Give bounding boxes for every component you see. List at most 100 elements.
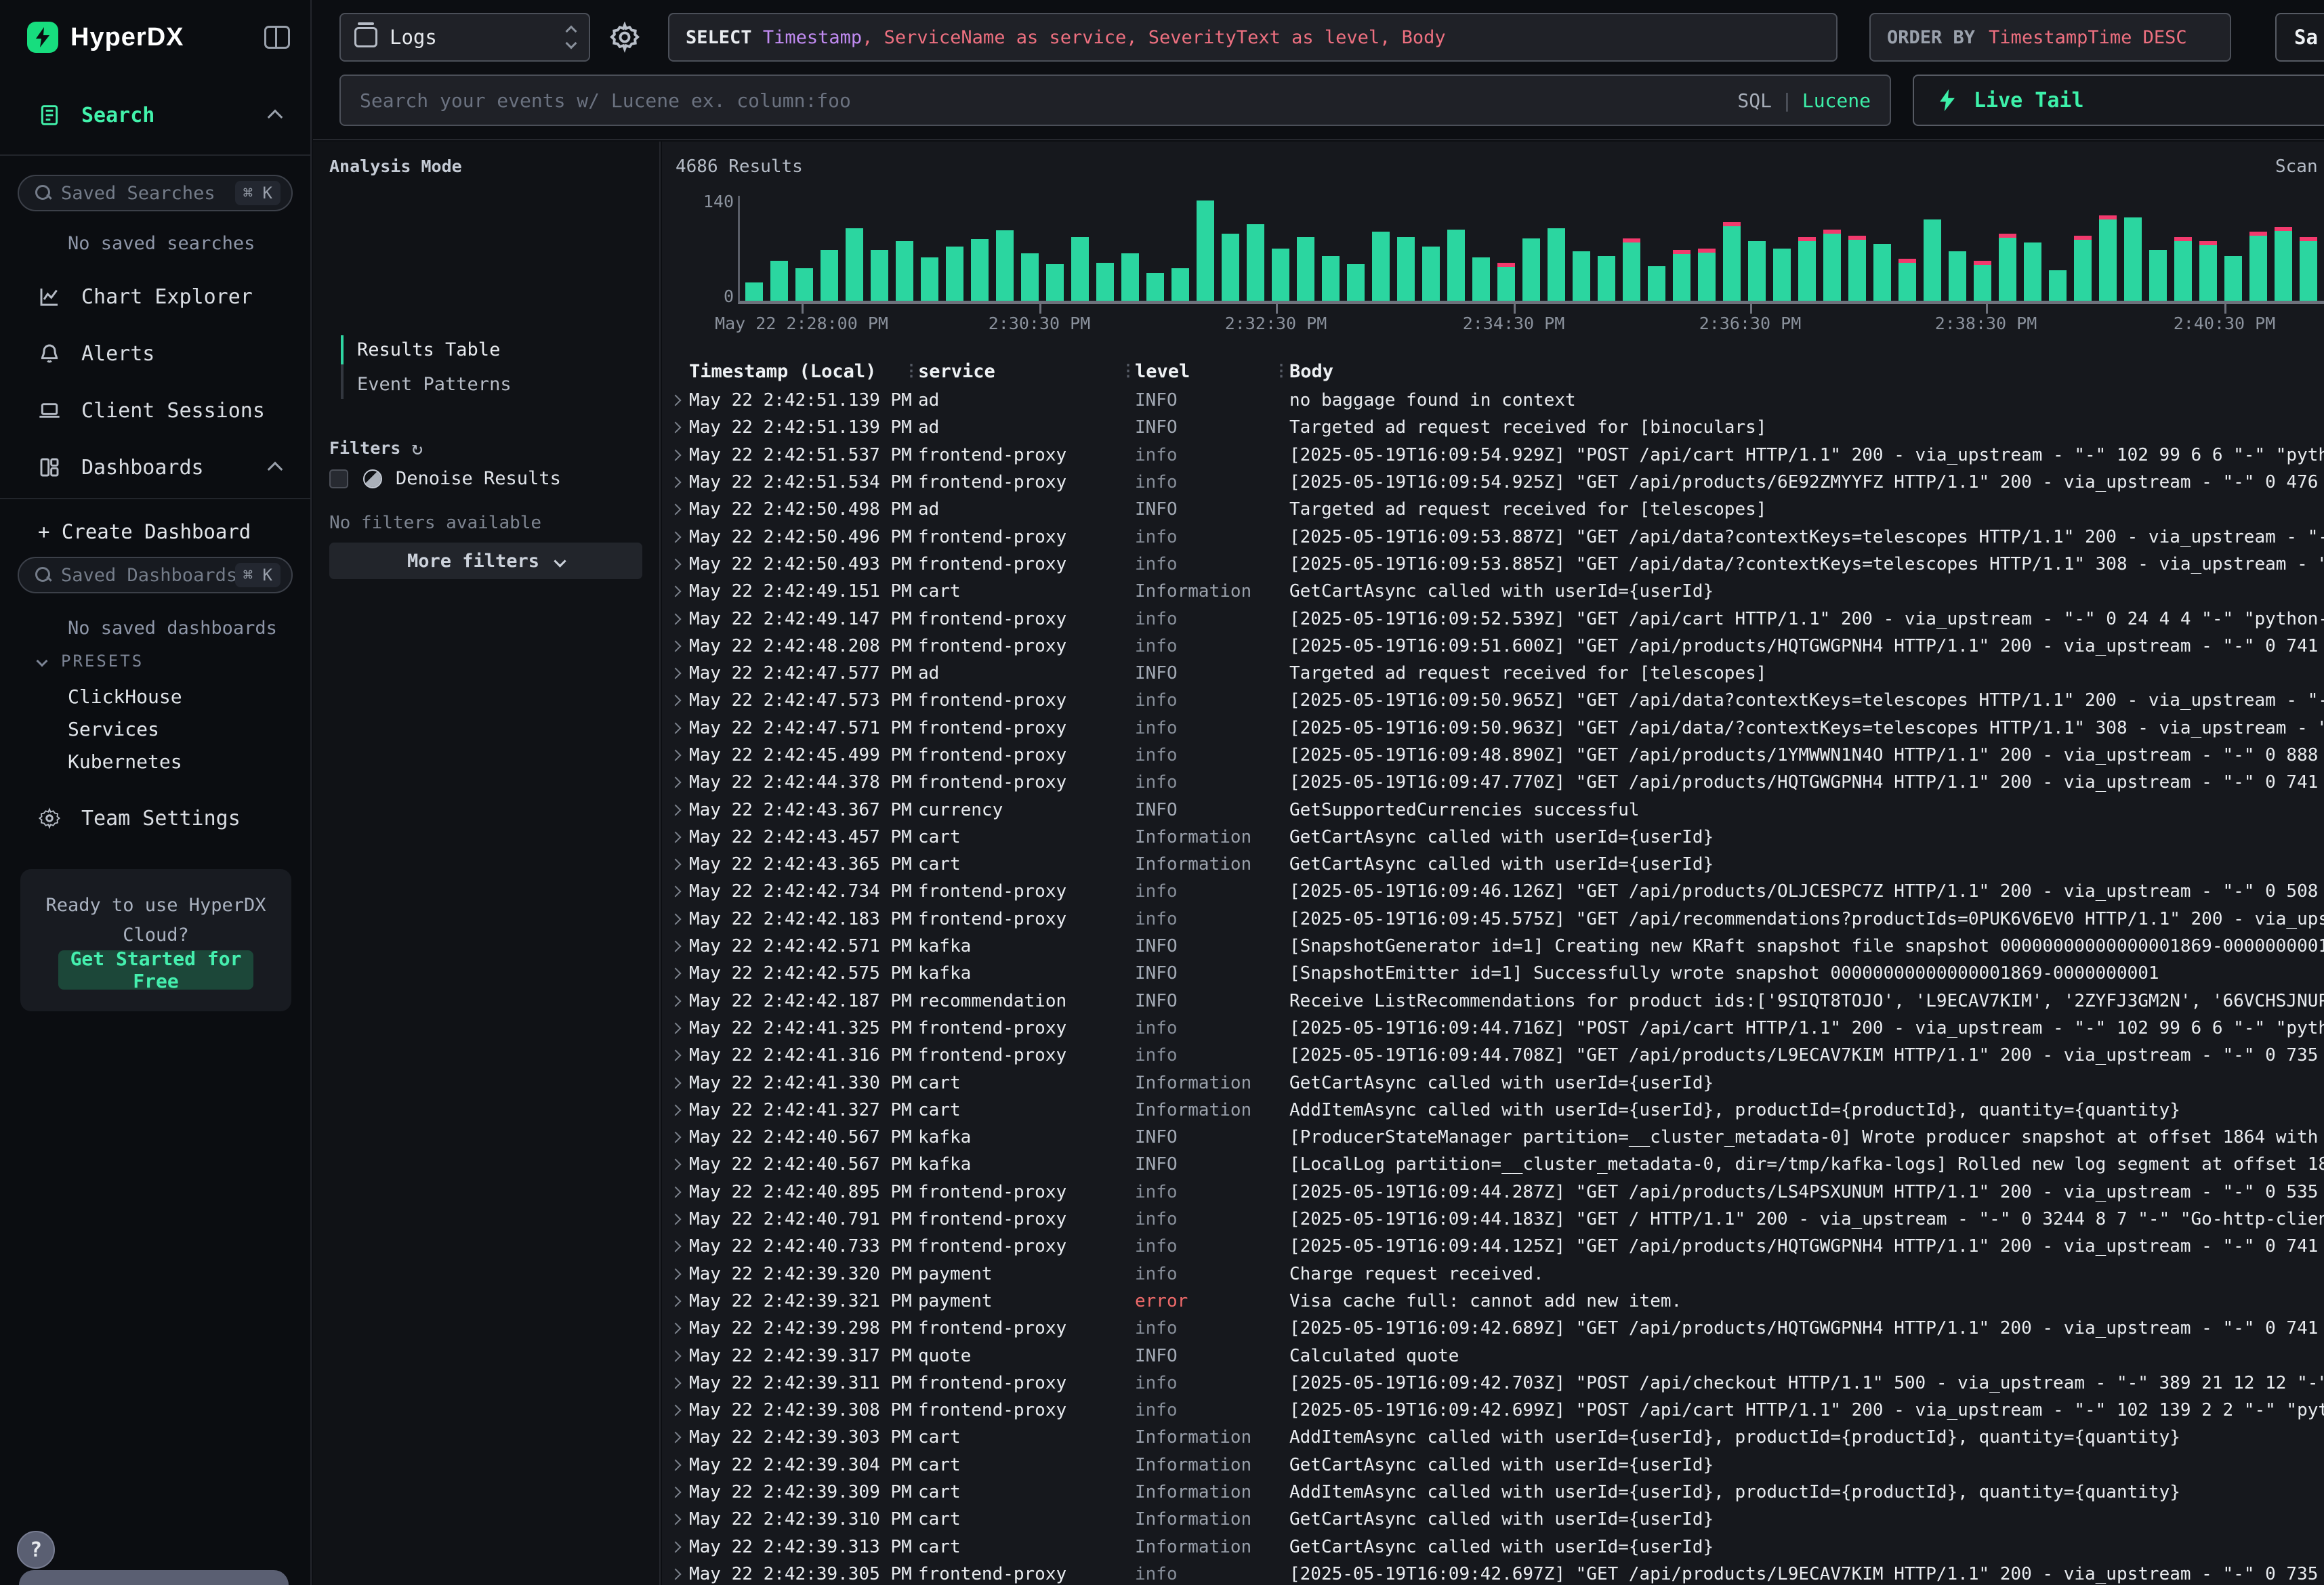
histogram-bar[interactable]: [1372, 232, 1390, 301]
query-language-toggle[interactable]: SQL|Lucene: [1737, 89, 1871, 112]
sidebar-item-dashboards[interactable]: Dashboards: [0, 447, 310, 488]
histogram-bar[interactable]: [1598, 256, 1615, 301]
histogram-bar[interactable]: [745, 282, 763, 301]
row-expand-icon[interactable]: [670, 913, 682, 925]
table-row[interactable]: May 22 2:42:47.577 PMadINFOTargeted ad r…: [662, 660, 2324, 687]
table-row[interactable]: May 22 2:42:51.537 PMfrontend-proxyinfo[…: [662, 442, 2324, 469]
presets-toggle[interactable]: PRESETS: [38, 652, 144, 671]
histogram-bar[interactable]: [1723, 222, 1741, 301]
lucene-option[interactable]: Lucene: [1802, 89, 1871, 112]
row-expand-icon[interactable]: [670, 477, 682, 488]
column-header-body[interactable]: Body: [1289, 361, 2324, 382]
save-search-button[interactable]: Sa: [2275, 13, 2324, 62]
table-row[interactable]: May 22 2:42:40.733 PMfrontend-proxyinfo[…: [662, 1233, 2324, 1260]
table-row[interactable]: May 22 2:42:43.457 PMcartInformationGetC…: [662, 824, 2324, 851]
histogram-bar[interactable]: [1447, 230, 1465, 301]
table-row[interactable]: May 22 2:42:41.325 PMfrontend-proxyinfo[…: [662, 1015, 2324, 1042]
row-expand-icon[interactable]: [670, 859, 682, 870]
histogram-bar[interactable]: [1999, 234, 2016, 301]
histogram-bar[interactable]: [1949, 251, 1966, 301]
row-expand-icon[interactable]: [670, 1323, 682, 1334]
histogram-bar[interactable]: [1548, 228, 1565, 301]
histogram-bar[interactable]: [2024, 242, 2041, 301]
histogram-bar[interactable]: [1021, 253, 1039, 301]
row-expand-icon[interactable]: [670, 1241, 682, 1252]
histogram-bar[interactable]: [1222, 234, 1239, 301]
row-expand-icon[interactable]: [670, 1077, 682, 1089]
row-expand-icon[interactable]: [670, 1268, 682, 1280]
histogram-bar[interactable]: [821, 250, 838, 301]
select-clause-input[interactable]: SELECT Timestamp, ServiceName as service…: [668, 13, 1838, 62]
refresh-icon[interactable]: ↻: [411, 437, 423, 459]
row-expand-icon[interactable]: [670, 1022, 682, 1034]
histogram-bar[interactable]: [2124, 217, 2142, 301]
histogram-bar[interactable]: [896, 241, 913, 301]
row-expand-icon[interactable]: [670, 1459, 682, 1471]
mode-results-table[interactable]: Results Table: [341, 333, 512, 367]
histogram-bar[interactable]: [1623, 238, 1640, 301]
histogram-bar[interactable]: [1247, 224, 1264, 301]
table-row[interactable]: May 22 2:42:42.183 PMfrontend-proxyinfo[…: [662, 906, 2324, 933]
table-row[interactable]: May 22 2:42:39.305 PMfrontend-proxyinfo[…: [662, 1561, 2324, 1585]
histogram-bar[interactable]: [1748, 241, 1766, 301]
preset-dashboard-link[interactable]: ClickHouse: [68, 685, 182, 708]
row-expand-icon[interactable]: [670, 804, 682, 816]
table-row[interactable]: May 22 2:42:41.327 PMcartInformationAddI…: [662, 1097, 2324, 1124]
row-expand-icon[interactable]: [670, 886, 682, 897]
histogram-bar[interactable]: [921, 257, 938, 301]
histogram-bar[interactable]: [1197, 200, 1214, 301]
table-row[interactable]: May 22 2:42:39.303 PMcartInformationAddI…: [662, 1424, 2324, 1451]
row-expand-icon[interactable]: [670, 395, 682, 406]
histogram-bar[interactable]: [1171, 268, 1189, 301]
histogram-bar[interactable]: [2049, 270, 2067, 301]
help-button[interactable]: ?: [17, 1531, 55, 1569]
column-header-service[interactable]: service: [918, 361, 1135, 382]
table-row[interactable]: May 22 2:42:39.310 PMcartInformationGetC…: [662, 1506, 2324, 1533]
sidebar-item-client-sessions[interactable]: Client Sessions: [0, 390, 310, 431]
histogram-bar[interactable]: [946, 247, 963, 301]
saved-searches-input[interactable]: Saved Searches ⌘ K: [18, 175, 293, 211]
table-row[interactable]: May 22 2:42:39.317 PMquoteINFOCalculated…: [662, 1342, 2324, 1369]
table-row[interactable]: May 22 2:42:51.534 PMfrontend-proxyinfo[…: [662, 469, 2324, 496]
histogram-bar[interactable]: [795, 268, 813, 301]
create-dashboard-button[interactable]: + Create Dashboard: [38, 520, 251, 543]
histogram-bar[interactable]: [1673, 250, 1690, 301]
row-expand-icon[interactable]: [670, 1541, 682, 1552]
row-expand-icon[interactable]: [670, 449, 682, 461]
table-row[interactable]: May 22 2:42:49.147 PMfrontend-proxyinfo[…: [662, 605, 2324, 632]
histogram-bar[interactable]: [2099, 215, 2117, 301]
row-expand-icon[interactable]: [670, 504, 682, 515]
row-expand-icon[interactable]: [670, 1377, 682, 1389]
live-tail-button[interactable]: Live Tail: [1913, 75, 2324, 126]
histogram-bar[interactable]: [1848, 236, 1866, 301]
table-row[interactable]: May 22 2:42:51.139 PMadINFOno baggage fo…: [662, 387, 2324, 414]
histogram-bar[interactable]: [2224, 256, 2242, 301]
table-row[interactable]: May 22 2:42:39.304 PMcartInformationGetC…: [662, 1452, 2324, 1479]
table-row[interactable]: May 22 2:42:39.321 PMpaymenterrorVisa ca…: [662, 1288, 2324, 1315]
table-row[interactable]: May 22 2:42:39.309 PMcartInformationAddI…: [662, 1479, 2324, 1506]
row-expand-icon[interactable]: [670, 750, 682, 761]
histogram-bar[interactable]: [1823, 230, 1841, 301]
column-resize-handle[interactable]: ⋮: [903, 361, 919, 380]
row-expand-icon[interactable]: [670, 941, 682, 952]
denoise-checkbox[interactable]: [329, 469, 348, 488]
row-expand-icon[interactable]: [670, 1487, 682, 1498]
table-row[interactable]: May 22 2:42:43.365 PMcartInformationGetC…: [662, 851, 2324, 878]
table-row[interactable]: May 22 2:42:42.575 PMkafkaINFO[SnapshotE…: [662, 960, 2324, 987]
histogram-bar[interactable]: [846, 228, 863, 301]
table-row[interactable]: May 22 2:42:48.208 PMfrontend-proxyinfo[…: [662, 633, 2324, 660]
histogram-bar[interactable]: [1974, 261, 1991, 301]
row-expand-icon[interactable]: [670, 613, 682, 625]
histogram-bar[interactable]: [1322, 256, 1340, 301]
histogram-bar[interactable]: [1071, 237, 1089, 301]
table-row[interactable]: May 22 2:42:40.567 PMkafkaINFO[LocalLog …: [662, 1151, 2324, 1178]
row-expand-icon[interactable]: [670, 1514, 682, 1525]
table-row[interactable]: May 22 2:42:39.308 PMfrontend-proxyinfo[…: [662, 1397, 2324, 1424]
table-row[interactable]: May 22 2:42:49.151 PMcartInformationGetC…: [662, 578, 2324, 605]
histogram-bar[interactable]: [2074, 236, 2092, 301]
sidebar-item-chart-explorer[interactable]: Chart Explorer: [0, 276, 310, 317]
row-expand-icon[interactable]: [670, 1568, 682, 1580]
table-row[interactable]: May 22 2:42:44.378 PMfrontend-proxyinfo[…: [662, 769, 2324, 796]
column-resize-handle[interactable]: ⋮: [1273, 361, 1289, 380]
source-settings-gear-icon[interactable]: [609, 22, 640, 53]
